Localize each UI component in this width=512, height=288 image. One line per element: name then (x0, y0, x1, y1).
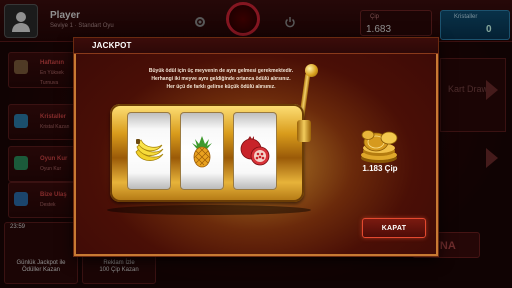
dialog-title: JACKPOT (92, 41, 132, 50)
banana-icon (135, 139, 164, 161)
slot-lever-knob[interactable] (305, 64, 318, 77)
slot-reel-2 (180, 112, 224, 190)
description-line: Her üçü de farklı gelirse küçük ödülü al… (166, 84, 276, 90)
machine-shadow (107, 205, 311, 215)
description-line: Herhangi iki meyve aynı geldiğinde ortan… (151, 76, 291, 82)
slot-reel-1 (127, 112, 171, 190)
jackpot-chip-value: 1.183 Çip (362, 164, 398, 173)
slot-reel-3 (233, 112, 277, 190)
pomegranate-icon (240, 136, 270, 166)
close-button[interactable]: KAPAT (362, 218, 426, 238)
pineapple-icon (192, 136, 212, 168)
slot-lever-base (297, 120, 311, 142)
gold-coins-icon (361, 130, 398, 163)
description-line: Büyük ödül için üç meyvenin de aynı gelm… (148, 68, 294, 74)
